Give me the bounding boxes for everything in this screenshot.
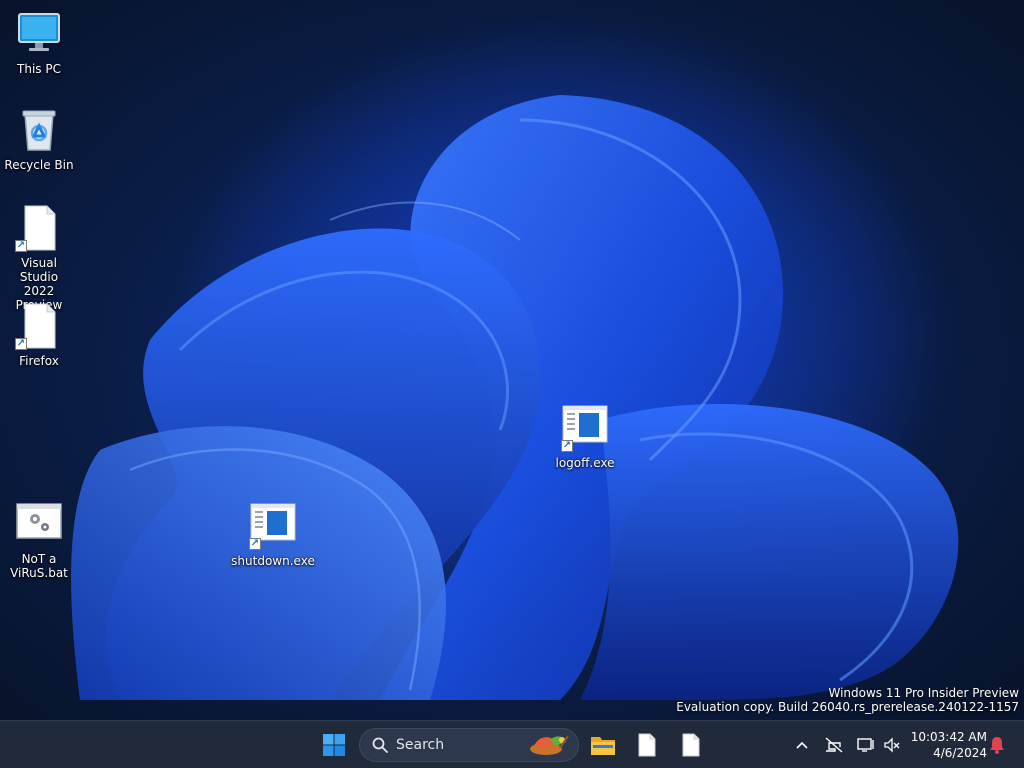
network-button[interactable] [818, 729, 850, 761]
desktop-icon-label: This PC [17, 62, 61, 76]
taskbar-file-explorer[interactable] [583, 725, 623, 765]
clock-time: 10:03:42 AM [910, 730, 987, 744]
desktop-icon-firefox[interactable]: ↗ Firefox [1, 302, 77, 368]
desktop-icon-this-pc[interactable]: This PC [1, 10, 77, 76]
search-highlight-icon [530, 735, 569, 755]
notification-button[interactable] [981, 729, 1013, 761]
watermark-line-1: Windows 11 Pro Insider Preview [828, 686, 1019, 700]
shortcut-arrow-icon: ↗ [15, 240, 27, 252]
shortcut-arrow-icon: ↗ [249, 538, 261, 550]
chevron-up-icon [796, 741, 808, 749]
taskbar-document-2[interactable] [671, 725, 711, 765]
network-icon [825, 737, 843, 753]
taskbar: Search 10:03:42 AM 4/6/2024 [0, 720, 1024, 768]
search-icon [372, 737, 388, 753]
start-button[interactable] [314, 725, 354, 765]
desktop[interactable]: This PC Recycle Bin ↗ Visual Studio 2022… [0, 0, 1024, 720]
desktop-icon-label: NoT a ViRuS.bat [10, 552, 68, 580]
show-hidden-icons-button[interactable] [786, 729, 818, 761]
desktop-icon-visual-studio[interactable]: ↗ Visual Studio 2022 Preview [1, 204, 77, 312]
notification-bell-icon [990, 737, 1004, 754]
taskbar-document-1[interactable] [627, 725, 667, 765]
batch-file-icon [15, 500, 63, 548]
desktop-icon-label: shutdown.exe [231, 554, 315, 568]
file-shortcut-icon: ↗ [15, 302, 63, 350]
volume-mute-icon [884, 737, 900, 753]
document-icon [682, 733, 700, 757]
desktop-icon-label: Firefox [19, 354, 59, 368]
windows-logo-icon [323, 734, 345, 756]
desktop-icon-not-a-virus-bat[interactable]: NoT a ViRuS.bat [1, 500, 77, 580]
clock-date: 4/6/2024 [933, 746, 987, 760]
watermark-line-2: Evaluation copy. Build 26040.rs_prerelea… [676, 700, 1019, 714]
shortcut-arrow-icon: ↗ [561, 440, 573, 452]
desktop-icon-label: Recycle Bin [4, 158, 74, 172]
exe-shortcut-icon: ↗ [249, 502, 297, 550]
evaluation-watermark: Windows 11 Pro Insider Preview Evaluatio… [676, 686, 1019, 714]
volume-button[interactable] [876, 729, 908, 761]
document-icon [638, 733, 656, 757]
search-box[interactable]: Search [359, 728, 579, 762]
recycle-bin-icon [15, 106, 63, 154]
display-icon [857, 738, 874, 752]
monitor-icon [15, 10, 63, 58]
wallpaper-bloom [71, 95, 959, 700]
desktop-icon-logoff-exe[interactable]: ↗ logoff.exe [547, 404, 623, 470]
desktop-icon-shutdown-exe[interactable]: ↗ shutdown.exe [231, 502, 315, 568]
search-placeholder: Search [396, 737, 445, 753]
exe-shortcut-icon: ↗ [561, 404, 609, 452]
file-explorer-icon [591, 737, 615, 755]
shortcut-arrow-icon: ↗ [15, 338, 27, 350]
desktop-icon-label: logoff.exe [555, 456, 615, 470]
clock-button[interactable]: 10:03:42 AM 4/6/2024 [907, 729, 987, 761]
file-shortcut-icon: ↗ [15, 204, 63, 252]
desktop-icon-recycle-bin[interactable]: Recycle Bin [1, 106, 77, 172]
